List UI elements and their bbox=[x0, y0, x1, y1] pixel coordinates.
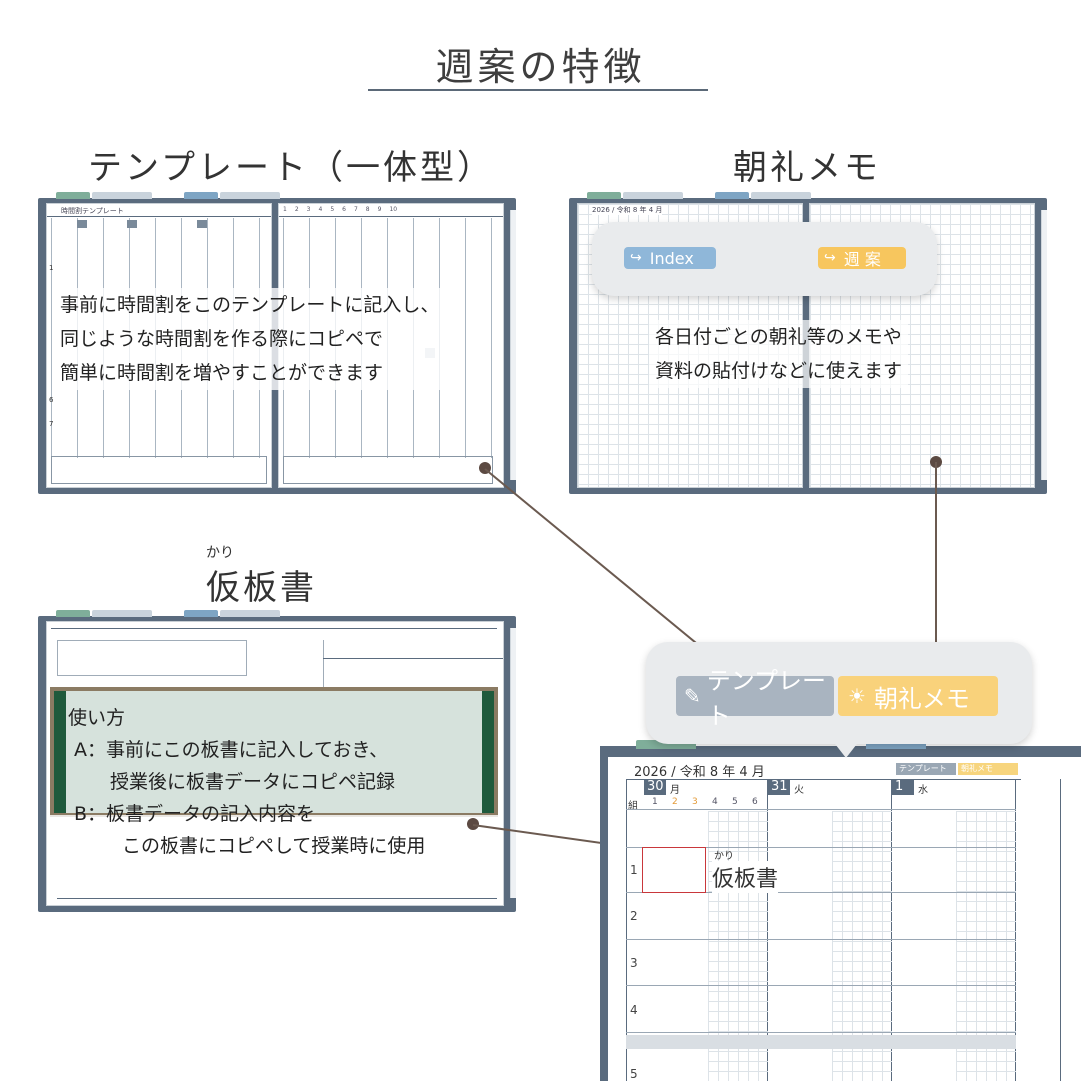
memo-link-bubble: ↪ Index ↪ 週 案 bbox=[592, 222, 937, 296]
memo-heading: 朝礼メモ bbox=[733, 148, 881, 188]
memo-pad-icon: ✎ bbox=[684, 684, 701, 708]
template-desc-line-1: 事前に時間割をこのテンプレートに記入し、 bbox=[60, 294, 440, 316]
index-link-label: Index bbox=[649, 248, 694, 268]
return-arrow-icon: ↪ bbox=[630, 250, 642, 266]
weekly-link[interactable]: ↪ 週 案 bbox=[818, 247, 906, 269]
memo-desc-line-1: 各日付ごとの朝礼等のメモや bbox=[655, 326, 902, 348]
usage-b-line-2: この板書にコピペして授業時に使用 bbox=[122, 835, 426, 857]
memo-connector-line bbox=[935, 462, 937, 660]
weekly-button-bubble: ✎ テンプレート ☀ 朝礼メモ bbox=[646, 642, 1032, 744]
morning-memo-button-label: 朝礼メモ bbox=[873, 684, 970, 713]
period-3: 3 bbox=[630, 956, 638, 970]
temp-board-link-ruby: かり bbox=[714, 851, 734, 862]
usage-a-line-2: 授業後に板書データにコピペ記録 bbox=[110, 771, 396, 793]
bell-icon: ☀ bbox=[848, 684, 866, 708]
memo-date-label: 2026 / 令和 8 年 4 月 bbox=[592, 205, 663, 215]
morning-memo-button[interactable]: ☀ 朝礼メモ bbox=[838, 676, 998, 716]
title-underline bbox=[368, 89, 708, 91]
period-5: 5 bbox=[630, 1067, 638, 1081]
template-button-label: テンプレート bbox=[706, 667, 827, 730]
usage-a-line-1: A：事前にこの板書に記入しておき、 bbox=[74, 739, 389, 761]
bubble-pointer bbox=[832, 740, 860, 758]
day-weekday-mon: 月 bbox=[670, 785, 680, 796]
template-page-label: 時間割テンプレート bbox=[61, 207, 124, 215]
usage-text: 使い方 A：事前にこの板書に記入しておき、 授業後に板書データにコピペ記録 B：… bbox=[68, 702, 425, 862]
page-title: 週案の特徴 bbox=[435, 45, 646, 89]
usage-title: 使い方 bbox=[68, 707, 126, 729]
mini-memo-button[interactable]: 朝礼メモ bbox=[958, 763, 1018, 775]
day-date-31: 31 bbox=[768, 779, 790, 795]
template-button[interactable]: ✎ テンプレート bbox=[676, 667, 834, 730]
period-2: 2 bbox=[630, 909, 638, 923]
usage-b-line-1: B：板書データの記入内容を bbox=[74, 803, 316, 825]
temp-board-heading: 仮板書 bbox=[206, 568, 317, 608]
temp-board-link-box[interactable] bbox=[642, 847, 706, 893]
notebook-tabs bbox=[56, 192, 280, 199]
temp-board-link-label: 仮板書 bbox=[712, 861, 779, 893]
period-4: 4 bbox=[630, 1003, 638, 1017]
template-desc-line-2: 同じような時間割を作る際にコピペで bbox=[60, 328, 384, 350]
day-weekday-tue: 火 bbox=[794, 785, 804, 796]
index-link[interactable]: ↪ Index bbox=[624, 247, 716, 269]
template-heading: テンプレート（一体型） bbox=[88, 148, 494, 188]
day-date-30: 30 bbox=[644, 779, 666, 795]
memo-desc-line-2: 資料の貼付けなどに使えます bbox=[655, 360, 903, 382]
mini-template-button[interactable]: テンプレート bbox=[896, 763, 956, 775]
weekly-page: 2026 / 令和 8 年 4 月 テンプレート 朝礼メモ 組 30 月 31 … bbox=[608, 757, 1081, 1081]
template-desc-line-3: 簡単に時間割を増やすことができます bbox=[60, 362, 384, 384]
memo-description: 各日付ごとの朝礼等のメモや 資料の貼付けなどに使えます bbox=[649, 320, 909, 388]
day-date-1: 1 bbox=[892, 779, 914, 795]
day-weekday-wed: 水 bbox=[918, 785, 928, 796]
temp-board-ruby: かり bbox=[206, 545, 234, 561]
weekly-link-label: 週 案 bbox=[843, 250, 881, 269]
period-1: 1 bbox=[630, 863, 638, 877]
weekly-header: 2026 / 令和 8 年 4 月 bbox=[634, 765, 765, 780]
template-description: 事前に時間割をこのテンプレートに記入し、 同じような時間割を作る際にコピペで 簡… bbox=[54, 288, 446, 390]
template-connector-line bbox=[484, 468, 718, 661]
return-arrow-icon: ↪ bbox=[824, 250, 836, 266]
